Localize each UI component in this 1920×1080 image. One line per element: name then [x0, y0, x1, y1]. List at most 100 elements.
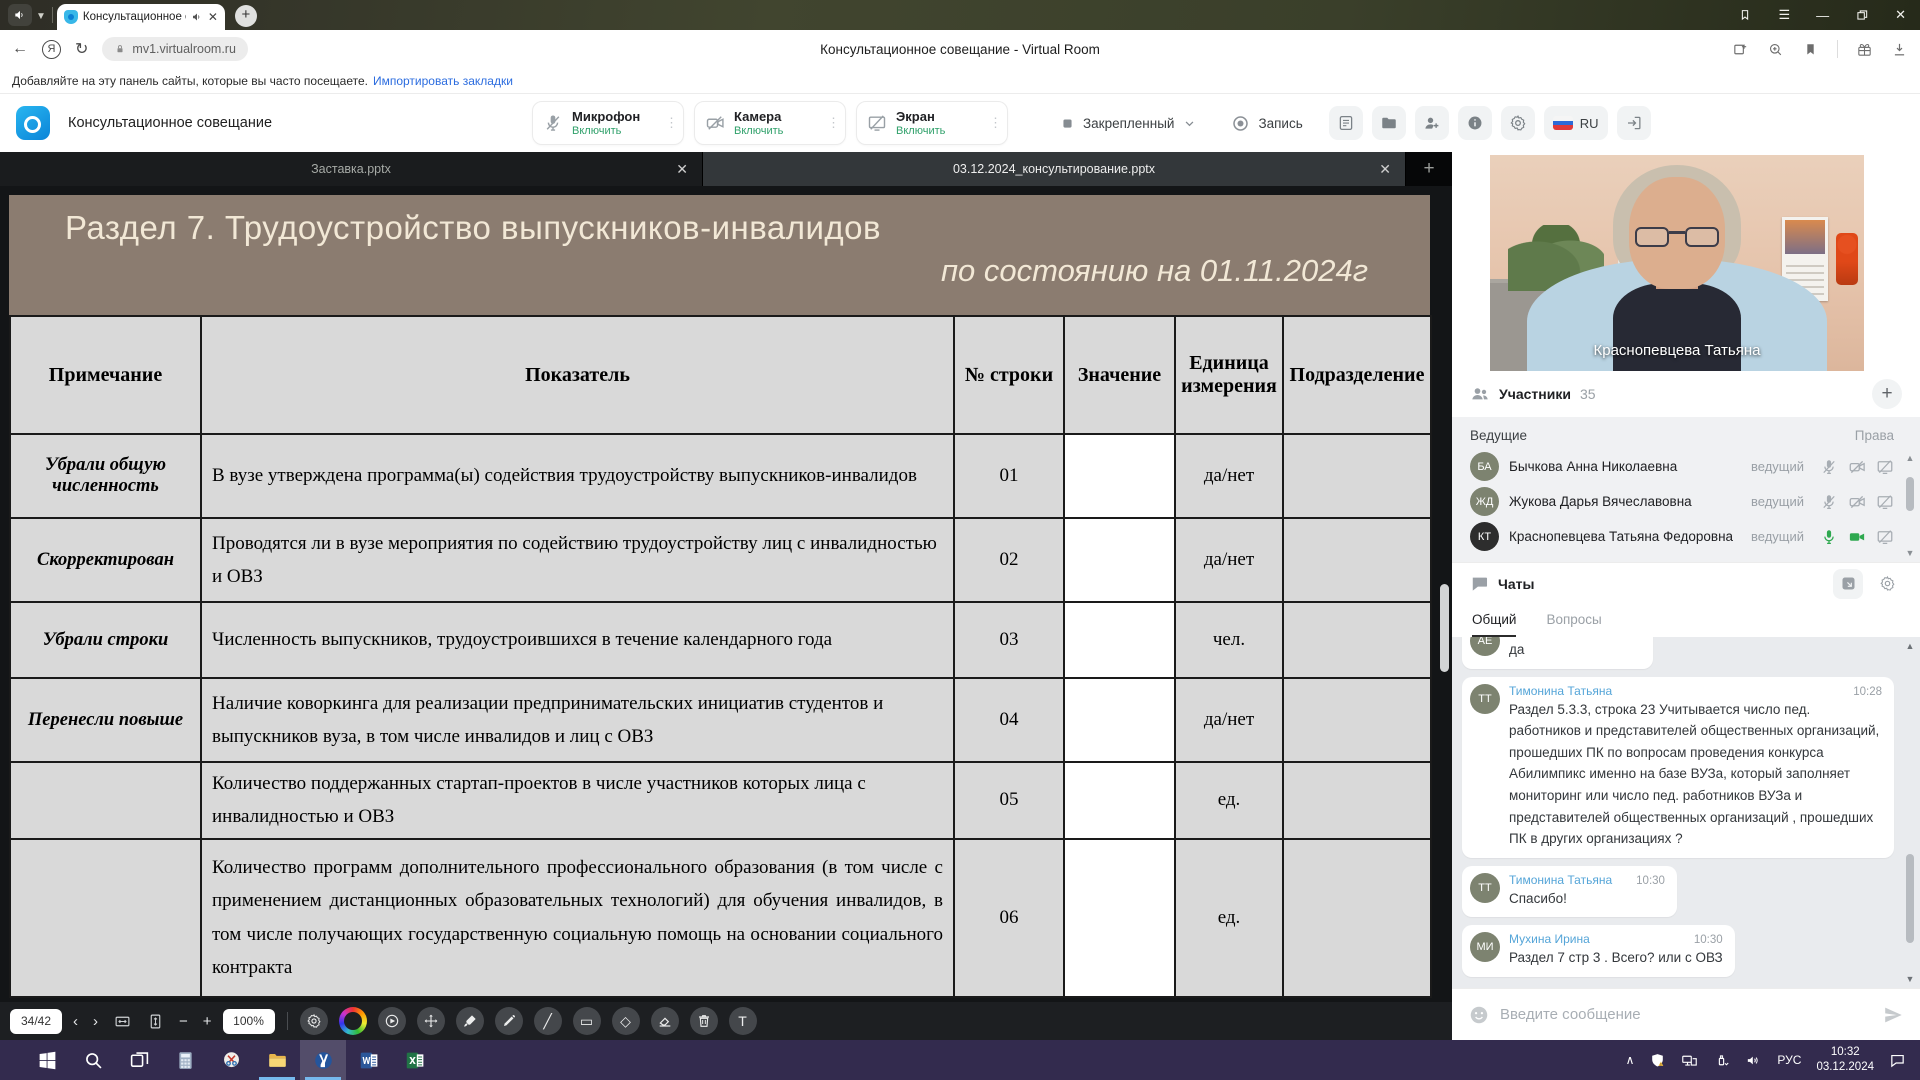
main-area: Заставка.pptx ✕ 03.12.2024_консультирова…: [0, 152, 1920, 1040]
invite-button[interactable]: [1415, 106, 1449, 140]
reload-icon[interactable]: ↻: [75, 39, 88, 59]
rights-label[interactable]: Права: [1855, 428, 1894, 443]
notes-button[interactable]: [1329, 106, 1363, 140]
shape-tool[interactable]: ◇: [612, 1007, 640, 1035]
pencil-tool[interactable]: [495, 1007, 523, 1035]
popout-chat-button[interactable]: [1833, 569, 1863, 599]
zoom-in-icon[interactable]: +: [199, 1013, 216, 1030]
download-icon[interactable]: [1891, 41, 1908, 58]
tab-konsultirovanie[interactable]: 03.12.2024_консультирование.pptx ✕: [703, 152, 1406, 186]
next-slide-icon[interactable]: ›: [89, 1013, 102, 1030]
taskbar-start-button[interactable]: [24, 1040, 70, 1080]
eraser-tool[interactable]: [651, 1007, 679, 1035]
restore-icon[interactable]: [1855, 8, 1869, 22]
volume-icon[interactable]: [1745, 1052, 1762, 1069]
close-icon[interactable]: ✕: [1895, 7, 1906, 23]
menu-icon[interactable]: ☰: [1778, 7, 1790, 23]
taskbar-calculator-button[interactable]: [162, 1040, 208, 1080]
clock[interactable]: 10:32 03.12.2024: [1816, 1045, 1874, 1075]
chat-settings-button[interactable]: [1872, 569, 1902, 599]
keyboard-language[interactable]: РУС: [1777, 1053, 1801, 1067]
screen-off-icon[interactable]: [1876, 458, 1894, 476]
slide-scrollbar[interactable]: [1440, 584, 1449, 672]
mic-off-icon[interactable]: [1820, 493, 1838, 511]
browser-tab[interactable]: Консультационное с ✕: [57, 4, 225, 30]
text-tool[interactable]: T: [729, 1007, 757, 1035]
move-tool[interactable]: [417, 1007, 445, 1035]
taskbar-yandex-button[interactable]: [300, 1040, 346, 1080]
fit-width-icon[interactable]: [109, 1008, 135, 1034]
screen-off-icon[interactable]: [1876, 493, 1894, 511]
notifications-icon[interactable]: [1889, 1052, 1906, 1069]
chat-tab-general[interactable]: Общий: [1472, 604, 1516, 637]
record-button[interactable]: Запись: [1231, 114, 1302, 133]
send-icon[interactable]: [1882, 1004, 1904, 1026]
gear-tool[interactable]: [300, 1007, 328, 1035]
rect-tool[interactable]: ▭: [573, 1007, 601, 1035]
mic-off-icon[interactable]: [1820, 458, 1838, 476]
defender-icon[interactable]: [1649, 1052, 1666, 1069]
tab-close-icon[interactable]: ✕: [208, 10, 218, 24]
leave-button[interactable]: [1617, 106, 1651, 140]
chat-scrollbar[interactable]: ▲▼: [1904, 641, 1916, 984]
trash-tool[interactable]: [690, 1007, 718, 1035]
tab-close-icon[interactable]: ✕: [1379, 161, 1391, 178]
mic-on-icon[interactable]: [1820, 528, 1838, 546]
emoji-icon[interactable]: [1468, 1004, 1490, 1026]
zoom-out-icon[interactable]: −: [175, 1013, 192, 1030]
import-bookmarks-link[interactable]: Импортировать закладки: [373, 74, 513, 88]
taskbar-word-button[interactable]: [346, 1040, 392, 1080]
files-button[interactable]: [1372, 106, 1406, 140]
page-indicator[interactable]: 34/42: [10, 1009, 62, 1034]
tab-close-icon[interactable]: ✕: [676, 161, 688, 178]
chat-tab-questions[interactable]: Вопросы: [1546, 604, 1601, 637]
zoom-search-icon[interactable]: [1767, 41, 1784, 58]
screen-menu-icon[interactable]: ⋮: [989, 115, 999, 131]
info-button[interactable]: [1458, 106, 1492, 140]
layout-select[interactable]: Закрепленный: [1060, 116, 1197, 131]
participants-scrollbar[interactable]: ▲▼: [1905, 453, 1915, 552]
bookmark-icon[interactable]: [1738, 8, 1752, 22]
taskbar-snipping-button[interactable]: [208, 1040, 254, 1080]
yandex-icon[interactable]: Я: [42, 40, 61, 59]
collections-icon[interactable]: [1856, 41, 1873, 58]
screen-off-icon[interactable]: [1876, 528, 1894, 546]
screen-share-button[interactable]: Экран Включить ⋮: [856, 101, 1008, 145]
taskbar-task-view-button[interactable]: [116, 1040, 162, 1080]
line-tool[interactable]: ╱: [534, 1007, 562, 1035]
network-icon[interactable]: [1681, 1052, 1698, 1069]
camera-button[interactable]: Камера Включить ⋮: [694, 101, 846, 145]
mic-menu-icon[interactable]: ⋮: [665, 115, 675, 131]
tile-add-icon[interactable]: [1732, 41, 1749, 58]
taskbar-search-button[interactable]: [70, 1040, 116, 1080]
new-tab-button[interactable]: +: [235, 5, 257, 27]
camera-menu-icon[interactable]: ⋮: [827, 115, 837, 131]
add-participant-button[interactable]: +: [1872, 379, 1902, 409]
camera-off-icon[interactable]: [1848, 493, 1866, 511]
microphone-button[interactable]: Микрофон Включить ⋮: [532, 101, 684, 145]
brush-tool[interactable]: [456, 1007, 484, 1035]
fit-page-icon[interactable]: [142, 1008, 168, 1034]
back-icon[interactable]: ←: [12, 40, 28, 58]
laser-tool[interactable]: [378, 1007, 406, 1035]
camera-on-icon[interactable]: [1848, 528, 1866, 546]
add-file-button[interactable]: +: [1406, 152, 1452, 186]
minimize-icon[interactable]: —: [1816, 8, 1829, 23]
address-bar[interactable]: mv1.virtualroom.ru: [102, 37, 248, 61]
language-switch[interactable]: RU: [1544, 106, 1608, 140]
settings-button[interactable]: [1501, 106, 1535, 140]
prev-slide-icon[interactable]: ‹: [69, 1013, 82, 1030]
usb-icon[interactable]: [1713, 1052, 1730, 1069]
tab-audio-icon[interactable]: [191, 11, 203, 23]
camera-off-icon[interactable]: [1848, 458, 1866, 476]
message-input[interactable]: [1500, 1006, 1872, 1023]
chevron-down-icon[interactable]: ▼: [36, 11, 46, 22]
zoom-level[interactable]: 100%: [223, 1009, 275, 1034]
taskbar-excel-button[interactable]: [392, 1040, 438, 1080]
tab-zastavka[interactable]: Заставка.pptx ✕: [0, 152, 703, 186]
color-ring-tool[interactable]: [339, 1007, 367, 1035]
bookmark-filled-icon[interactable]: [1802, 41, 1819, 58]
tab-audio-button[interactable]: [8, 4, 32, 26]
tray-expand-icon[interactable]: ∧: [1626, 1053, 1635, 1067]
taskbar-explorer-button[interactable]: [254, 1040, 300, 1080]
